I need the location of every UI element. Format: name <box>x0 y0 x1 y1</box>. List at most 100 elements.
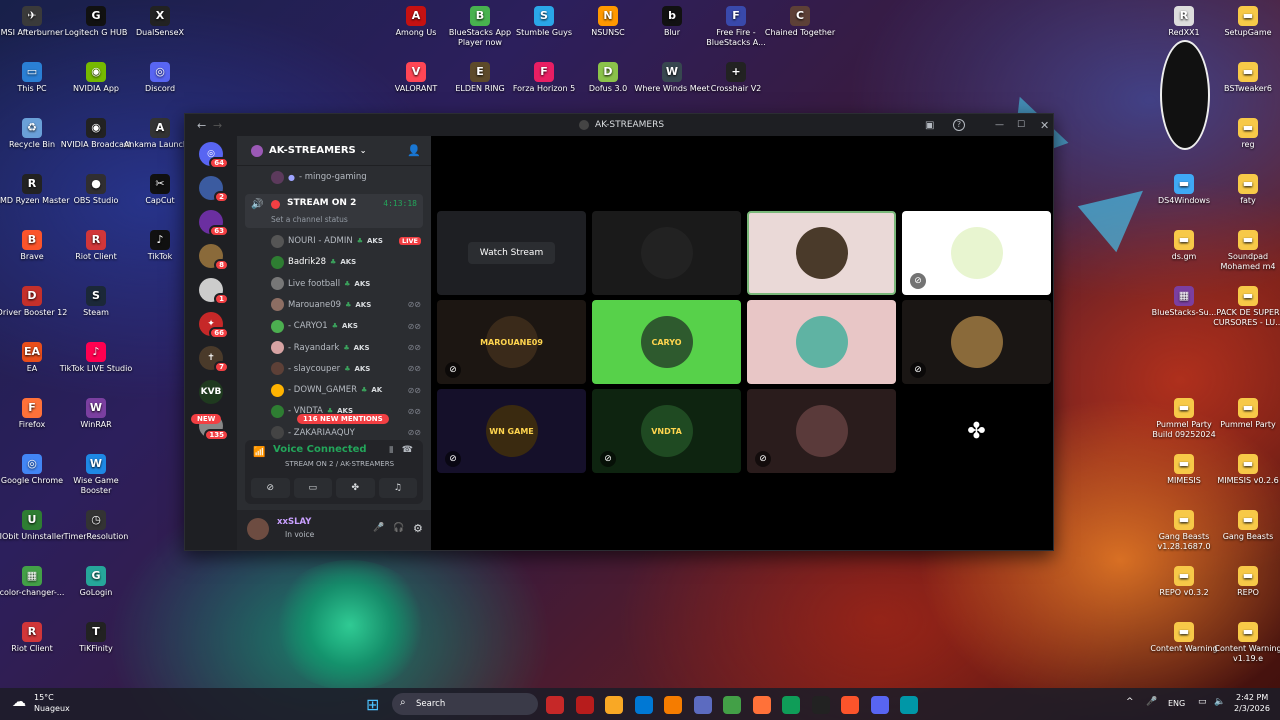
voice-channel-stream-on-2[interactable]: 🔊 STREAM ON 2 4:13:18 Set a channel stat… <box>245 194 423 228</box>
desktop-icon[interactable]: T TiKFinity <box>58 622 134 654</box>
participant-tile[interactable]: VNDTA ⊘ <box>592 389 741 473</box>
desktop-icon[interactable]: W Wise Game Booster <box>58 454 134 496</box>
bluestacks-icon[interactable] <box>723 696 741 714</box>
add-member-icon[interactable]: 👤 <box>407 144 421 157</box>
voice-member[interactable]: - CARYO1 ♣ AKS ⊘⊘ <box>271 317 421 335</box>
desktop-icon[interactable]: S Steam <box>58 286 134 318</box>
desktop-icon[interactable]: ▬ Content Warning v1.19.e <box>1210 622 1280 664</box>
language-indicator[interactable]: ENG <box>1168 699 1185 708</box>
desktop-icon[interactable]: ◎ Discord <box>122 62 198 94</box>
watch-stream-button[interactable]: Watch Stream <box>467 242 556 264</box>
disconnect-icon[interactable]: ☎ <box>402 445 413 455</box>
desktop-icon[interactable]: ▬ faty <box>1210 174 1280 206</box>
capcut-icon[interactable] <box>811 696 830 714</box>
camera-off-button[interactable]: ⊘ <box>251 478 290 498</box>
server-icon[interactable]: 63 <box>199 210 229 237</box>
voice-member[interactable]: - ZAKARIAAQUY ⊘⊘ <box>271 424 421 442</box>
title-bar[interactable]: ← → AK-STREAMERS ▣ ? — ☐ ✕ <box>185 114 1053 136</box>
firefox-icon[interactable] <box>752 696 771 714</box>
noise-icon[interactable]: ⫴ <box>389 446 393 456</box>
soundboard-button[interactable]: ♫ <box>378 478 417 498</box>
headphones-icon[interactable]: 🎧 <box>393 523 404 533</box>
maximize-icon[interactable]: ☐ <box>1017 120 1025 130</box>
desktop-icon[interactable]: ▬ Gang Beasts <box>1210 510 1280 542</box>
activities-tile[interactable]: ✤ <box>902 389 1051 473</box>
desktop-icon[interactable]: ▬ REPO <box>1210 566 1280 598</box>
server-icon[interactable]: ✝ 7 <box>199 346 229 373</box>
desktop-icon[interactable]: ♪ TikTok LIVE Studio <box>58 342 134 374</box>
voice-member[interactable]: Badrik28 ♣ AKS <box>271 253 421 271</box>
help-icon[interactable]: ? <box>953 119 965 131</box>
participant-tile[interactable] <box>747 300 896 384</box>
voice-member[interactable]: - Rayandark ♣ AKS ⊘⊘ <box>271 339 421 357</box>
clock-date[interactable]: 2/3/2026 <box>1234 704 1270 713</box>
participant-tile[interactable] <box>592 211 741 295</box>
server-icon[interactable]: ◎ 64 <box>199 142 229 169</box>
server-header[interactable]: AK-STREAMERS ⌄ 👤 <box>237 136 431 166</box>
outlook-icon[interactable] <box>634 696 653 714</box>
desktop-icon[interactable]: ▬ Soundpad Mohamed m4 <box>1210 230 1280 272</box>
participant-tile[interactable] <box>747 211 896 295</box>
participant-tile[interactable]: WN GAME ⊘ <box>437 389 586 473</box>
voice-member[interactable]: NOURI - ADMIN ♣ AKS LIVE <box>271 232 421 250</box>
participant-tile[interactable]: CARYO <box>592 300 741 384</box>
desktop-icon[interactable]: ▬ MIMESIS v0.2.6 <box>1210 454 1280 486</box>
back-icon[interactable]: ← <box>197 119 206 132</box>
screen-share-button[interactable]: ▭ <box>293 478 332 498</box>
new-pill[interactable]: NEW <box>191 414 222 424</box>
desktop-icon[interactable]: ▬ SetupGame <box>1210 6 1280 38</box>
desktop-icon[interactable]: ▬ BSTweaker6 <box>1210 62 1280 94</box>
participant-tile[interactable]: MAROUANE09 ⊘ <box>437 300 586 384</box>
desktop-icon[interactable]: C Chained Together <box>762 6 838 38</box>
participant-tile[interactable]: ⊘ <box>902 300 1051 384</box>
app-icon[interactable] <box>575 696 594 714</box>
desktop-icon[interactable]: ▬ Pummel Party <box>1210 398 1280 430</box>
desktop-icon[interactable]: ▬ PACK DE SUPER CURSORES - LU... <box>1210 286 1280 328</box>
desktop-icon[interactable]: X DualSenseX <box>122 6 198 38</box>
gear-icon[interactable]: ⚙ <box>413 522 423 535</box>
desktop-icon[interactable]: ◷ TimerResolution <box>58 510 134 542</box>
microphone-icon[interactable]: 🎤 <box>1146 697 1157 707</box>
brave-icon[interactable] <box>841 696 859 714</box>
voice-member[interactable]: - DOWN_GAMER ♣ AK ⊘⊘ <box>271 381 421 399</box>
desktop-icon[interactable]: + Crosshair V2 <box>698 62 774 94</box>
clock-time[interactable]: 2:42 PM <box>1236 693 1268 702</box>
mentions-pill[interactable]: 116 NEW MENTIONS <box>297 414 389 424</box>
edge-icon[interactable] <box>782 696 800 714</box>
search-box[interactable]: ⌕ Search <box>392 693 538 715</box>
avatar[interactable] <box>247 518 269 540</box>
voice-member[interactable]: Live football ♣ AKS <box>271 275 421 293</box>
watch-stream-tile[interactable]: Watch Stream <box>437 211 586 295</box>
voice-member[interactable]: - slaycouper ♣ AKS ⊘⊘ <box>271 360 421 378</box>
file-explorer-icon[interactable] <box>605 696 623 714</box>
close-icon[interactable]: ✕ <box>1040 119 1049 132</box>
desktop-icon[interactable]: G GoLogin <box>58 566 134 598</box>
desktop-icon[interactable]: W WinRAR <box>58 398 134 430</box>
server-icon[interactable]: 8 <box>199 244 229 271</box>
volume-icon[interactable]: 🔈 <box>1214 697 1225 707</box>
store-icon[interactable] <box>664 696 682 714</box>
discord-window[interactable]: ← → AK-STREAMERS ▣ ? — ☐ ✕ NEW ◎ 64 2 63 8 1 ✦… <box>184 113 1054 551</box>
server-icon[interactable]: ✦ 66 <box>199 312 229 339</box>
channel-status-placeholder[interactable]: Set a channel status <box>271 215 348 224</box>
top-voice-user[interactable]: ● - mingo-gaming <box>271 168 421 186</box>
photos-icon[interactable] <box>900 696 918 714</box>
server-icon[interactable]: KVB <box>199 380 223 404</box>
inbox-icon[interactable]: ▣ <box>925 120 934 131</box>
chevron-up-icon[interactable]: ^ <box>1126 697 1134 707</box>
teams-icon[interactable] <box>693 696 712 714</box>
microphone-icon[interactable]: 🎤 <box>373 523 384 533</box>
desktop-icon[interactable]: ▬ reg <box>1210 118 1280 150</box>
server-icon[interactable]: 1 <box>199 278 229 305</box>
start-icon[interactable]: ⊞ <box>366 695 379 714</box>
participant-tile[interactable]: ⊘ <box>902 211 1051 295</box>
activities-button[interactable]: ✤ <box>336 478 375 498</box>
forward-icon[interactable]: → <box>213 119 222 132</box>
voice-channel-link[interactable]: STREAM ON 2 / AK-STREAMERS <box>285 460 394 468</box>
server-icon[interactable]: 2 <box>199 176 229 203</box>
app-icon[interactable] <box>546 696 564 714</box>
voice-member[interactable]: Marouane09 ♣ AKS ⊘⊘ <box>271 296 421 314</box>
voice-status[interactable]: Voice Connected <box>273 444 367 455</box>
discord-icon[interactable] <box>870 696 889 714</box>
network-icon[interactable]: ▭ <box>1198 697 1207 707</box>
